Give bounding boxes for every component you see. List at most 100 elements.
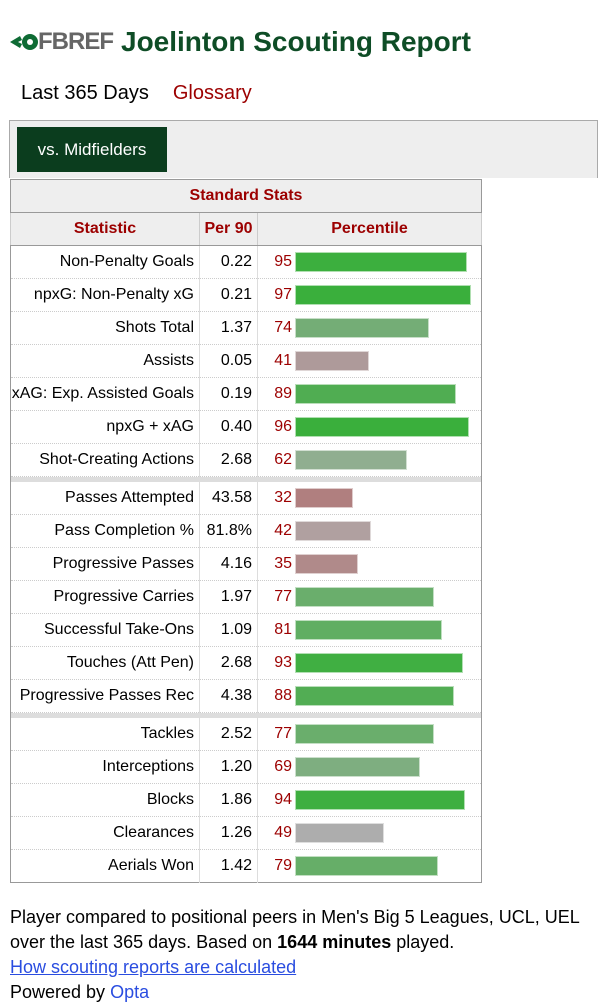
percentile-cell: 42 bbox=[257, 514, 482, 548]
percentile-bar bbox=[295, 252, 467, 272]
stat-name: npxG: Non-Penalty xG bbox=[10, 278, 200, 312]
methodology-link[interactable]: How scouting reports are calculated bbox=[10, 957, 296, 977]
percentile-value: 89 bbox=[274, 385, 292, 402]
period-label: Last 365 Days bbox=[21, 82, 149, 104]
per90-value: 1.97 bbox=[199, 580, 258, 614]
per90-value: 1.26 bbox=[199, 816, 258, 850]
column-header-percentile[interactable]: Percentile bbox=[257, 212, 482, 246]
percentile-bar bbox=[295, 856, 438, 876]
stat-name: Passes Attempted bbox=[10, 481, 200, 515]
percentile-value: 81 bbox=[274, 621, 292, 638]
percentile-bar bbox=[295, 686, 455, 706]
percentile-bar bbox=[295, 285, 471, 305]
table-row: Interceptions 1.20 69 bbox=[10, 750, 482, 784]
percentile-bar bbox=[295, 487, 353, 508]
per90-value: 1.86 bbox=[199, 783, 258, 817]
per90-value: 0.40 bbox=[199, 410, 258, 444]
percentile-bar bbox=[295, 417, 469, 437]
percentile-cell: 62 bbox=[257, 443, 482, 477]
stat-name: Progressive Passes Rec bbox=[10, 679, 200, 713]
glossary-link[interactable]: Glossary bbox=[173, 82, 252, 105]
table-row: npxG + xAG 0.40 96 bbox=[10, 410, 482, 444]
table-row: Tackles 2.52 77 bbox=[10, 717, 482, 751]
stat-name: Clearances bbox=[10, 816, 200, 850]
stat-name: Touches (Att Pen) bbox=[10, 646, 200, 680]
table-row: Progressive Passes Rec 4.38 88 bbox=[10, 679, 482, 713]
percentile-cell: 95 bbox=[257, 245, 482, 279]
percentile-value: 95 bbox=[274, 253, 292, 270]
percentile-cell: 69 bbox=[257, 750, 482, 784]
sub-nav: Last 365 Days Glossary bbox=[21, 82, 252, 105]
per90-value: 0.22 bbox=[199, 245, 258, 279]
table-row: Blocks 1.86 94 bbox=[10, 783, 482, 817]
percentile-bar bbox=[295, 823, 384, 843]
stat-name: Progressive Passes bbox=[10, 547, 200, 581]
percentile-bar bbox=[295, 790, 466, 810]
table-row: Non-Penalty Goals 0.22 95 bbox=[10, 245, 482, 279]
percentile-cell: 35 bbox=[257, 547, 482, 581]
table-row: Aerials Won 1.42 79 bbox=[10, 849, 482, 883]
table-row: Shot-Creating Actions 2.68 62 bbox=[10, 443, 482, 477]
column-header-per90[interactable]: Per 90 bbox=[199, 212, 258, 246]
percentile-bar bbox=[295, 587, 435, 607]
percentile-cell: 49 bbox=[257, 816, 482, 850]
per90-value: 2.68 bbox=[199, 443, 258, 477]
percentile-value: 69 bbox=[274, 758, 292, 775]
logo-text: FBREF bbox=[38, 28, 114, 55]
percentile-cell: 93 bbox=[257, 646, 482, 680]
stat-name: xAG: Exp. Assisted Goals bbox=[10, 377, 200, 411]
table-row: Assists 0.05 41 bbox=[10, 344, 482, 378]
fbref-logo[interactable]: FBREF bbox=[10, 28, 114, 56]
per90-value: 1.09 bbox=[199, 613, 258, 647]
stat-name: Progressive Carries bbox=[10, 580, 200, 614]
stat-name: Successful Take-Ons bbox=[10, 613, 200, 647]
percentile-bar bbox=[295, 521, 372, 541]
percentile-value: 79 bbox=[274, 857, 292, 874]
table-row: xAG: Exp. Assisted Goals 0.19 89 bbox=[10, 377, 482, 411]
table-caption: Standard Stats bbox=[10, 179, 482, 213]
percentile-bar bbox=[295, 318, 429, 338]
opta-link[interactable]: Opta bbox=[110, 982, 149, 1002]
table-row: Successful Take-Ons 1.09 81 bbox=[10, 613, 482, 647]
percentile-value: 77 bbox=[274, 588, 292, 605]
percentile-value: 96 bbox=[274, 418, 292, 435]
percentile-bar bbox=[295, 351, 370, 371]
tab-vs-midfielders[interactable]: vs. Midfielders bbox=[17, 127, 167, 172]
per90-value: 0.19 bbox=[199, 377, 258, 411]
percentile-value: 32 bbox=[274, 488, 292, 506]
percentile-value: 74 bbox=[274, 319, 292, 336]
per90-value: 43.58 bbox=[199, 481, 258, 515]
percentile-cell: 79 bbox=[257, 849, 482, 883]
stat-name: Shots Total bbox=[10, 311, 200, 345]
table-row: Shots Total 1.37 74 bbox=[10, 311, 482, 345]
percentile-cell: 77 bbox=[257, 717, 482, 751]
percentile-cell: 88 bbox=[257, 679, 482, 713]
percentile-bar bbox=[295, 384, 457, 404]
percentile-value: 41 bbox=[274, 352, 292, 369]
per90-value: 4.16 bbox=[199, 547, 258, 581]
stat-name: Pass Completion % bbox=[10, 514, 200, 548]
percentile-bar bbox=[295, 554, 359, 574]
per90-value: 2.68 bbox=[199, 646, 258, 680]
table-row: Progressive Carries 1.97 77 bbox=[10, 580, 482, 614]
percentile-value: 62 bbox=[274, 451, 292, 468]
percentile-cell: 94 bbox=[257, 783, 482, 817]
stat-name: Interceptions bbox=[10, 750, 200, 784]
percentile-value: 49 bbox=[274, 824, 292, 841]
percentile-value: 77 bbox=[274, 724, 292, 742]
page-header: FBREF Joelinton Scouting Report bbox=[10, 26, 471, 58]
percentile-bar bbox=[295, 450, 408, 470]
percentile-value: 94 bbox=[274, 791, 292, 808]
percentile-cell: 96 bbox=[257, 410, 482, 444]
per90-value: 0.05 bbox=[199, 344, 258, 378]
percentile-value: 35 bbox=[274, 555, 292, 572]
table-row: Pass Completion % 81.8% 42 bbox=[10, 514, 482, 548]
stat-name: Assists bbox=[10, 344, 200, 378]
percentile-bar bbox=[295, 653, 464, 673]
per90-value: 81.8% bbox=[199, 514, 258, 548]
per90-value: 1.37 bbox=[199, 311, 258, 345]
column-header-statistic[interactable]: Statistic bbox=[10, 212, 200, 246]
minutes-played: 1644 minutes bbox=[277, 932, 392, 952]
percentile-value: 93 bbox=[274, 654, 292, 671]
percentile-cell: 97 bbox=[257, 278, 482, 312]
